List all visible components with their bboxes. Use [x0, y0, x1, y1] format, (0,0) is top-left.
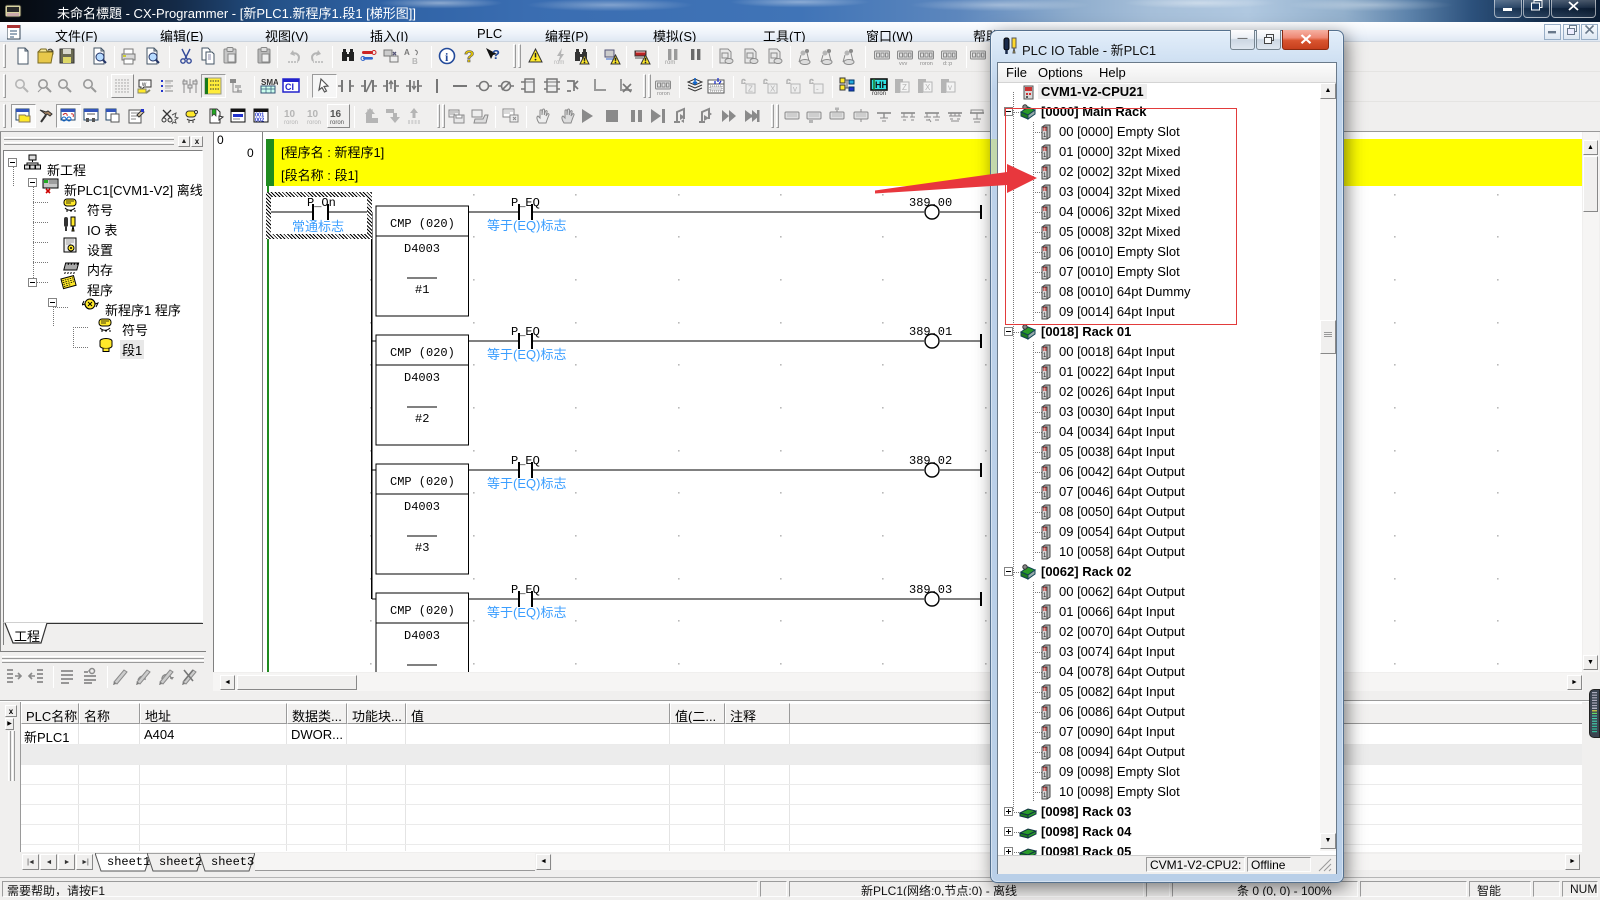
svg-text:v: v	[793, 85, 797, 94]
svg-text:CMP (020): CMP (020)	[390, 217, 455, 231]
svg-text:Z: Z	[748, 85, 753, 94]
svg-text:#1: #1	[415, 283, 429, 297]
svg-text:A: A	[404, 48, 410, 57]
svg-text:P_EQ: P_EQ	[511, 325, 540, 339]
svg-text:等于(EQ)标志: 等于(EQ)标志	[487, 218, 566, 233]
svg-text:P_EQ: P_EQ	[511, 583, 540, 597]
svg-text:X: X	[925, 83, 931, 92]
svg-text:B: B	[412, 57, 418, 66]
svg-text:w: w	[141, 82, 147, 88]
svg-text:16: 16	[330, 109, 342, 120]
svg-text:等于(EQ)标志: 等于(EQ)标志	[487, 476, 566, 491]
svg-text:#3: #3	[415, 541, 429, 555]
svg-text:10: 10	[307, 109, 319, 120]
svg-text:CMP (020): CMP (020)	[390, 604, 455, 618]
svg-text:D4003: D4003	[404, 500, 440, 514]
svg-text:389.03: 389.03	[909, 583, 952, 597]
svg-text:vvv: vvv	[899, 61, 908, 66]
svg-text:等于(EQ)标志: 等于(EQ)标志	[487, 605, 566, 620]
svg-text:roron: roron	[657, 91, 670, 96]
svg-text:roron: roron	[284, 120, 298, 126]
svg-text:D4003: D4003	[404, 242, 440, 256]
svg-text:roron: roron	[330, 120, 344, 126]
svg-text:D4003: D4003	[404, 371, 440, 385]
svg-text:CMP (020): CMP (020)	[390, 475, 455, 489]
svg-text:389.02: 389.02	[909, 454, 952, 468]
svg-text:CMP (020): CMP (020)	[390, 346, 455, 360]
svg-text:roron: roron	[872, 91, 886, 96]
svg-text:CI: CI	[285, 82, 294, 92]
svg-text:?: ?	[492, 47, 500, 62]
svg-text:-: -	[816, 85, 819, 94]
svg-text:002: 002	[255, 118, 264, 124]
svg-text:roron: roron	[920, 61, 933, 66]
svg-text:#4: #4	[415, 670, 429, 672]
svg-text:d::p: d::p	[943, 61, 952, 66]
svg-text:#2: #2	[415, 412, 429, 426]
svg-text:Z: Z	[902, 83, 907, 92]
svg-text:rom: rom	[665, 60, 675, 66]
svg-text:rom: rom	[554, 60, 564, 66]
svg-text:roron: roron	[307, 120, 321, 126]
svg-text:X: X	[770, 85, 776, 94]
svg-text:P_EQ: P_EQ	[511, 196, 540, 210]
svg-text:10: 10	[284, 109, 296, 120]
svg-text:v: v	[948, 83, 952, 92]
svg-text:?: ?	[464, 47, 474, 66]
svg-text:389.01: 389.01	[909, 325, 952, 339]
svg-text:HH: HH	[875, 80, 888, 90]
svg-text:D4003: D4003	[404, 629, 440, 643]
svg-text:P_EQ: P_EQ	[511, 454, 540, 468]
svg-text:等于(EQ)标志: 等于(EQ)标志	[487, 347, 566, 362]
